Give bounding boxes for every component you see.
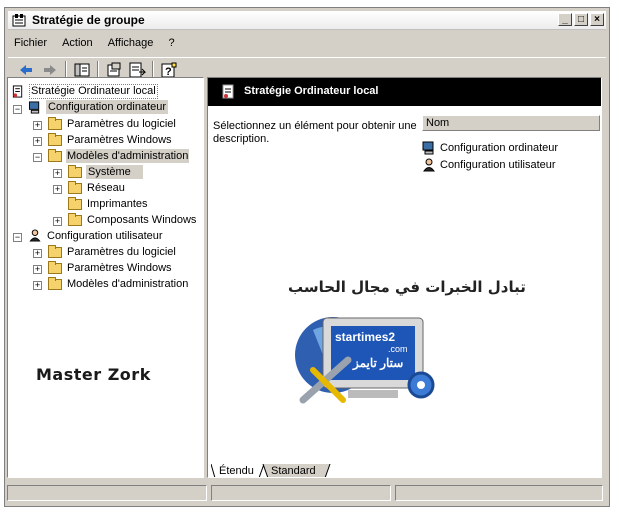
column-header-name[interactable]: Nom (422, 115, 600, 131)
tree-label: Paramètres du logiciel (67, 246, 176, 258)
policy-scroll-icon (12, 85, 23, 98)
tree-label: Paramètres du logiciel (67, 118, 176, 130)
list-item-label: Configuration utilisateur (440, 159, 556, 171)
group-policy-app-icon (12, 14, 26, 27)
title-bar: Stratégie de groupe _ □ × (8, 11, 606, 30)
watermark-signature: Master Zork (36, 365, 151, 384)
folder-icon (48, 133, 62, 146)
details-title: Stratégie Ordinateur local (244, 85, 379, 97)
close-button[interactable]: × (590, 13, 604, 26)
tree-pane: Stratégie Ordinateur local − Configurati… (7, 77, 204, 478)
collapse-toggle-icon[interactable]: − (33, 153, 42, 162)
tree-label: Réseau (87, 182, 125, 194)
menu-help[interactable]: ? (162, 34, 180, 52)
tree-label-user-config: Configuration utilisateur (47, 230, 163, 242)
details-pane: Stratégie Ordinateur local Sélectionnez … (207, 77, 602, 478)
tree-label: Paramètres Windows (67, 262, 172, 274)
user-icon (423, 158, 435, 172)
expand-toggle-icon[interactable]: + (33, 121, 42, 130)
logo-brand: startimes2 (335, 330, 396, 344)
status-cell (7, 485, 207, 501)
menu-action[interactable]: Action (56, 34, 99, 52)
user-icon (29, 229, 41, 242)
status-cell (211, 485, 391, 501)
tab-extended[interactable]: Étendu (213, 464, 260, 477)
tree-label: Composants Windows (87, 214, 197, 226)
expand-toggle-icon[interactable]: + (53, 185, 62, 194)
computer-icon (28, 101, 40, 114)
menu-bar: Fichier Action Affichage ? (8, 34, 606, 54)
status-cell (395, 485, 603, 501)
folder-icon (48, 117, 62, 130)
tree-label-computer-config: Configuration ordinateur (46, 100, 169, 114)
tree-label: Imprimantes (87, 198, 148, 210)
folder-icon (68, 181, 82, 194)
expand-toggle-icon[interactable]: + (33, 281, 42, 290)
logo-arabic-brand: ستار تايمز (353, 356, 404, 370)
expand-toggle-icon[interactable]: + (33, 265, 42, 274)
tab-standard[interactable]: Standard (265, 464, 322, 477)
logo-brand-suffix: .com (388, 344, 408, 354)
expand-toggle-icon[interactable]: + (53, 169, 62, 178)
folder-icon (68, 197, 82, 210)
menu-file[interactable]: Fichier (8, 34, 53, 52)
folder-open-icon (48, 149, 62, 162)
expand-toggle-icon[interactable]: + (33, 137, 42, 146)
status-bar (7, 484, 605, 501)
tree-label: Système (86, 165, 143, 179)
folder-icon (68, 165, 82, 178)
window-title: Stratégie de groupe (32, 13, 145, 27)
startimes-watermark-logo: تبادل الخبرات في مجال الحاسب startimes2 … (283, 278, 526, 418)
collapse-toggle-icon[interactable]: − (13, 233, 22, 242)
expand-toggle-icon[interactable]: + (33, 249, 42, 258)
list-item-label: Configuration ordinateur (440, 142, 559, 154)
maximize-button[interactable]: □ (574, 13, 588, 26)
folder-icon (48, 245, 62, 258)
computer-icon (422, 141, 434, 155)
menu-view[interactable]: Affichage (102, 34, 160, 52)
tree-label: Paramètres Windows (67, 134, 172, 146)
folder-icon (48, 261, 62, 274)
minimize-button[interactable]: _ (558, 13, 572, 26)
policy-scroll-icon (222, 84, 234, 99)
collapse-toggle-icon[interactable]: − (13, 105, 22, 114)
tree-label: Modèles d'administration (66, 149, 190, 163)
globe-monitor-icon (295, 317, 435, 404)
folder-icon (68, 213, 82, 226)
tree-label-root: Stratégie Ordinateur local (29, 84, 158, 99)
tree-label: Modèles d'administration (67, 278, 189, 290)
description-text: Sélectionnez un élément pour obtenir une… (213, 120, 417, 145)
header-notch (413, 106, 601, 112)
details-header: Stratégie Ordinateur local (208, 78, 601, 106)
folder-icon (48, 277, 62, 290)
expand-toggle-icon[interactable]: + (53, 217, 62, 226)
logo-arabic-title: تبادل الخبرات في مجال الحاسب (288, 278, 526, 296)
